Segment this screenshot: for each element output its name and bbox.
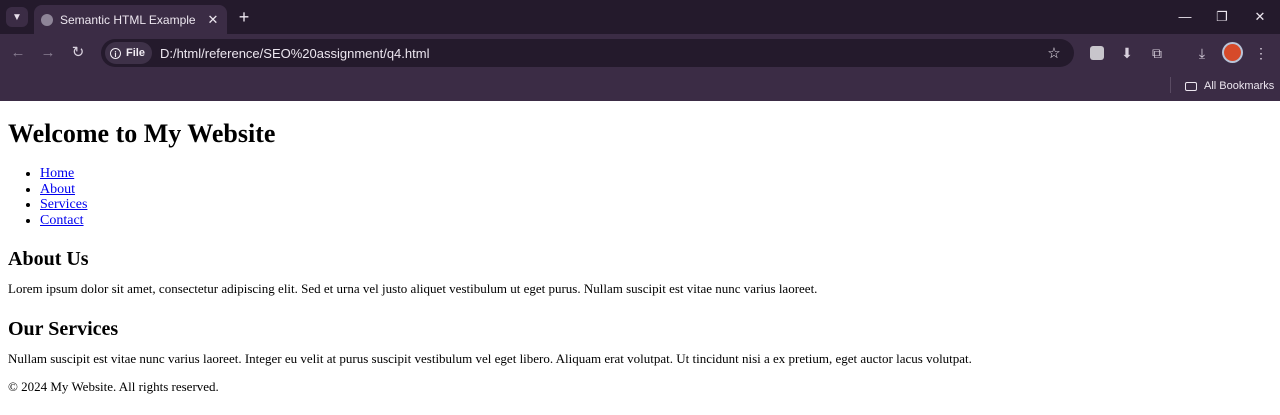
bookmarks-bar: All Bookmarks (0, 72, 1280, 101)
nav-link-contact[interactable]: Contact (40, 213, 84, 228)
back-arrow-icon[interactable]: ← (8, 43, 28, 63)
nav-link-services[interactable]: Services (40, 197, 87, 212)
services-heading: Our Services (8, 318, 119, 340)
nav-item-services: Services (40, 197, 1272, 213)
folder-icon (1185, 81, 1197, 91)
footer-text: © 2024 My Website. All rights reserved. (8, 379, 219, 394)
page-content: Welcome to My Website Home About Service… (0, 119, 1280, 394)
page-title: Welcome to My Website (8, 119, 276, 148)
address-bar[interactable]: i File D:/html/reference/SEO%20assignmen… (101, 39, 1074, 67)
nav-item-about: About (40, 182, 1272, 198)
close-window-icon[interactable]: ✕ (1245, 7, 1275, 27)
globe-icon (41, 13, 53, 26)
avatar[interactable] (1224, 44, 1241, 61)
reload-icon[interactable]: ↻ (68, 43, 88, 63)
about-heading: About Us (8, 248, 89, 270)
toolbar: ← → ↻ i File D:/html/reference/SEO%20ass… (0, 34, 1280, 72)
tab-title: Semantic HTML Example (60, 12, 196, 27)
about-section: About Us Lorem ipsum dolor sit amet, con… (8, 248, 1272, 296)
star-icon[interactable]: ☆ (1044, 44, 1064, 62)
chevron-down-icon[interactable]: ▼ (6, 7, 28, 27)
about-text: Lorem ipsum dolor sit amet, consectetur … (8, 281, 818, 296)
page-header: Welcome to My Website Home About Service… (8, 119, 1272, 228)
page-footer: © 2024 My Website. All rights reserved. (8, 379, 1272, 394)
all-bookmarks-button[interactable]: All Bookmarks (1185, 78, 1274, 94)
site-info-chip[interactable]: i File (105, 42, 152, 64)
tab-strip: ▼ Semantic HTML Example ✕ + — ❐ ✕ (0, 0, 1280, 34)
forward-arrow-icon[interactable]: → (38, 43, 58, 63)
url-chip-label: File (126, 47, 145, 59)
services-text: Nullam suscipit est vitae nunc varius la… (8, 351, 972, 366)
download-arrow-icon[interactable]: ⬇ (1117, 43, 1137, 63)
restore-icon[interactable]: ❐ (1207, 7, 1237, 27)
url-text[interactable]: D:/html/reference/SEO%20assignment/q4.ht… (160, 46, 1044, 61)
extension-icon[interactable] (1087, 43, 1107, 63)
tab-active[interactable]: Semantic HTML Example ✕ (34, 5, 227, 34)
all-bookmarks-label: All Bookmarks (1204, 80, 1275, 92)
minimize-icon[interactable]: — (1170, 7, 1200, 27)
plus-icon[interactable]: + (235, 8, 253, 26)
nav-item-contact: Contact (40, 213, 1272, 229)
bookmarks-divider (1170, 77, 1171, 93)
puzzle-icon[interactable]: ⧉ (1147, 43, 1167, 63)
browser-chrome: ▼ Semantic HTML Example ✕ + — ❐ ✕ ← → ↻ … (0, 0, 1280, 101)
nav-link-about[interactable]: About (40, 182, 75, 197)
nav-item-home: Home (40, 166, 1272, 182)
info-icon: i (110, 47, 121, 59)
close-icon[interactable]: ✕ (205, 12, 221, 28)
download-icon[interactable]: ⤓ (1192, 43, 1212, 63)
kebab-menu-icon[interactable]: ⋮ (1251, 43, 1271, 63)
main-nav: Home About Services Contact (8, 166, 1272, 228)
services-section: Our Services Nullam suscipit est vitae n… (8, 318, 1272, 366)
nav-link-home[interactable]: Home (40, 166, 74, 181)
